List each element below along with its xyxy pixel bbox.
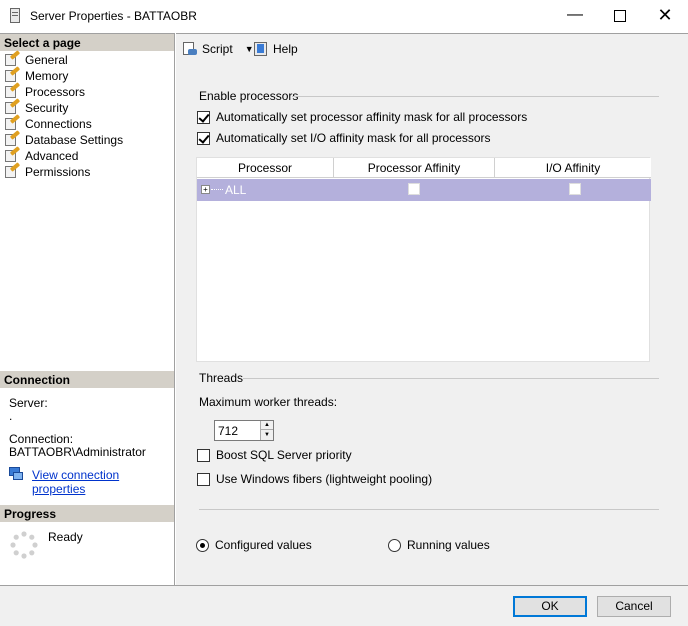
- io-affinity-checkbox[interactable]: [569, 183, 581, 195]
- toolbar: Script ▼ Help: [176, 33, 688, 63]
- maximize-icon[interactable]: [600, 4, 640, 28]
- configured-values-radio[interactable]: Configured values: [196, 538, 312, 552]
- page-item-label: Processors: [25, 85, 86, 99]
- server-icon: [10, 8, 20, 23]
- threads-label: Threads: [199, 371, 244, 385]
- radio-selected[interactable]: [196, 538, 209, 552]
- processor-cell: ALL: [225, 183, 247, 197]
- page-wrench-icon: [4, 162, 21, 179]
- help-book-icon: [253, 41, 269, 57]
- boost-priority-checkbox[interactable]: Boost SQL Server priority: [197, 448, 352, 462]
- page-item-label: General: [25, 53, 68, 67]
- page-item-general[interactable]: General: [4, 50, 68, 68]
- page-item-label: Advanced: [25, 149, 79, 163]
- boost-priority-label: Boost SQL Server priority: [216, 448, 352, 462]
- radio-unselected[interactable]: [388, 538, 401, 552]
- minimize-icon[interactable]: —: [555, 4, 595, 28]
- page-item-label: Permissions: [25, 165, 91, 179]
- column-header-processor[interactable]: Processor: [197, 158, 334, 178]
- values-divider: [199, 509, 659, 510]
- page-wrench-icon: [4, 98, 21, 115]
- page-item-security[interactable]: Security: [4, 98, 69, 116]
- use-fibers-label: Use Windows fibers (lightweight pooling): [216, 472, 433, 486]
- spin-down-icon[interactable]: ▼: [260, 430, 273, 440]
- tree-connector: [211, 189, 223, 190]
- window-title: Server Properties - BATTAOBR: [30, 9, 197, 23]
- select-page-header: Select a page: [0, 34, 174, 51]
- processor-affinity-grid[interactable]: Processor Processor Affinity I/O Affinit…: [196, 157, 651, 362]
- auto-processor-affinity-label: Automatically set processor affinity mas…: [216, 110, 528, 124]
- connection-properties-icon: [9, 467, 25, 481]
- page-wrench-icon: [4, 114, 21, 131]
- page-item-memory[interactable]: Memory: [4, 66, 69, 84]
- max-worker-threads-label: Maximum worker threads:: [199, 395, 338, 409]
- cancel-button[interactable]: Cancel: [597, 596, 671, 617]
- auto-io-affinity-label: Automatically set I/O affinity mask for …: [216, 131, 491, 145]
- checkbox-unchecked[interactable]: [197, 472, 210, 486]
- enable-processors-label: Enable processors: [199, 89, 299, 103]
- enable-processors-divider: [292, 96, 659, 97]
- page-item-label: Database Settings: [25, 133, 124, 147]
- help-label: Help: [273, 42, 298, 56]
- view-connection-properties-link[interactable]: View connection properties: [32, 468, 174, 496]
- threads-divider: [243, 378, 659, 379]
- table-row[interactable]: + ALL: [197, 179, 651, 201]
- max-worker-threads-stepper[interactable]: 712 ▲ ▼: [214, 420, 274, 441]
- page-item-permissions[interactable]: Permissions: [4, 162, 91, 180]
- auto-processor-affinity-checkbox[interactable]: Automatically set processor affinity mas…: [197, 110, 527, 124]
- script-icon: [182, 41, 198, 57]
- progress-status: Ready: [48, 530, 83, 544]
- auto-io-affinity-checkbox[interactable]: Automatically set I/O affinity mask for …: [197, 131, 491, 145]
- running-values-label: Running values: [407, 538, 490, 552]
- page-item-advanced[interactable]: Advanced: [4, 146, 79, 164]
- server-label: Server:: [9, 396, 48, 410]
- dialog-button-bar: OK Cancel: [0, 585, 688, 626]
- title-bar: Server Properties - BATTAOBR — ✕: [0, 0, 688, 32]
- page-item-label: Connections: [25, 117, 92, 131]
- script-label: Script: [202, 42, 233, 56]
- page-item-database-settings[interactable]: Database Settings: [4, 130, 124, 148]
- expand-plus-icon[interactable]: +: [201, 185, 210, 194]
- connection-label: Connection:: [9, 432, 74, 446]
- close-icon[interactable]: ✕: [645, 4, 685, 28]
- max-worker-threads-value[interactable]: 712: [218, 424, 238, 438]
- column-header-processor-affinity[interactable]: Processor Affinity: [334, 158, 495, 178]
- column-header-io-affinity[interactable]: I/O Affinity: [495, 158, 651, 178]
- checkbox-checked[interactable]: [197, 110, 210, 124]
- use-fibers-checkbox[interactable]: Use Windows fibers (lightweight pooling): [197, 472, 432, 486]
- connection-header: Connection: [0, 371, 174, 388]
- running-values-radio[interactable]: Running values: [388, 538, 490, 552]
- server-value: .: [9, 409, 13, 423]
- checkbox-unchecked[interactable]: [197, 448, 210, 462]
- page-wrench-icon: [4, 50, 21, 67]
- ok-button[interactable]: OK: [513, 596, 587, 617]
- left-panel: Select a page General Memory Processors …: [0, 33, 175, 585]
- page-item-label: Security: [25, 101, 69, 115]
- progress-header: Progress: [0, 505, 174, 522]
- processor-affinity-checkbox[interactable]: [408, 183, 420, 195]
- page-wrench-icon: [4, 130, 21, 147]
- progress-spinner-icon: [10, 531, 38, 559]
- checkbox-checked[interactable]: [197, 131, 210, 145]
- connection-value: BATTAOBR\Administrator: [9, 445, 146, 459]
- page-wrench-icon: [4, 82, 21, 99]
- configured-values-label: Configured values: [215, 538, 312, 552]
- help-button[interactable]: Help: [253, 41, 298, 57]
- page-wrench-icon: [4, 66, 21, 83]
- page-item-label: Memory: [25, 69, 69, 83]
- page-wrench-icon: [4, 146, 21, 163]
- spin-up-icon[interactable]: ▲: [260, 421, 273, 430]
- script-button[interactable]: Script ▼: [182, 41, 254, 57]
